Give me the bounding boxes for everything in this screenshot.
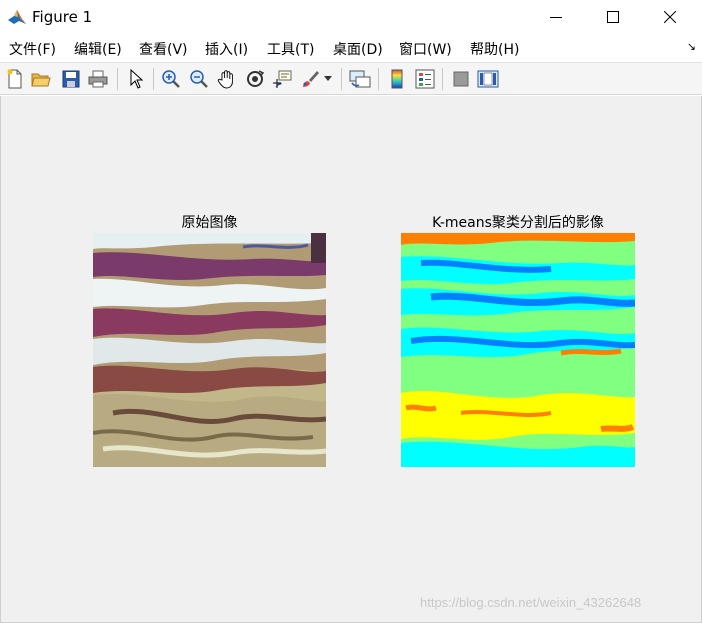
menu-view[interactable]: 查看(V) (139, 39, 188, 59)
menu-desktop[interactable]: 桌面(D) (333, 39, 383, 59)
insert-colorbar-icon[interactable] (386, 68, 408, 90)
toolbar-separator (442, 68, 443, 90)
pointer-icon[interactable] (125, 68, 147, 90)
toolbar-separator (378, 68, 379, 90)
menu-bar: 文件(F) 编辑(E) 查看(V) 插入(I) 工具(T) 桌面(D) 窗口(W… (0, 34, 702, 62)
left-axes-title: 原始图像 (181, 215, 238, 231)
menu-file[interactable]: 文件(F) (9, 39, 56, 59)
original-image[interactable] (93, 233, 326, 467)
show-plot-tools-icon[interactable] (477, 68, 499, 90)
toolbar-separator (117, 68, 118, 90)
link-plot-icon[interactable] (349, 68, 371, 90)
menu-insert[interactable]: 插入(I) (205, 39, 248, 59)
close-button[interactable] (642, 0, 698, 34)
menu-window[interactable]: 窗口(W) (399, 39, 452, 59)
kmeans-segmented-image[interactable] (401, 233, 635, 467)
new-figure-icon[interactable] (4, 68, 26, 90)
print-icon[interactable] (87, 68, 109, 90)
zoom-out-icon[interactable] (188, 68, 210, 90)
close-icon (664, 11, 676, 23)
data-cursor-icon[interactable] (272, 68, 294, 90)
insert-legend-icon[interactable] (414, 68, 436, 90)
figure-toolbar (0, 62, 702, 95)
minimize-button[interactable] (528, 0, 584, 34)
menu-tools[interactable]: 工具(T) (267, 39, 314, 59)
brush-icon[interactable] (299, 68, 321, 90)
toolbar-separator (341, 68, 342, 90)
matlab-logo-icon (8, 10, 26, 24)
brush-dropdown-icon[interactable] (322, 68, 334, 90)
menu-help[interactable]: 帮助(H) (470, 39, 519, 59)
hide-plot-tools-icon[interactable] (450, 68, 472, 90)
right-axes-title: K-means聚类分割后的影像 (432, 215, 604, 231)
dock-arrow-icon[interactable]: ↘ (687, 40, 696, 53)
title-bar: Figure 1 (0, 0, 702, 34)
minimize-icon (550, 17, 562, 18)
maximize-icon (607, 11, 619, 23)
pan-icon[interactable] (216, 68, 238, 90)
save-icon[interactable] (60, 68, 82, 90)
toolbar-separator (153, 68, 154, 90)
window-title: Figure 1 (32, 8, 93, 26)
rotate-3d-icon[interactable] (244, 68, 266, 90)
zoom-in-icon[interactable] (160, 68, 182, 90)
watermark: https://blog.csdn.net/weixin_43262648 (420, 595, 642, 610)
maximize-button[interactable] (585, 0, 641, 34)
menu-edit[interactable]: 编辑(E) (74, 39, 122, 59)
open-file-icon[interactable] (30, 68, 52, 90)
